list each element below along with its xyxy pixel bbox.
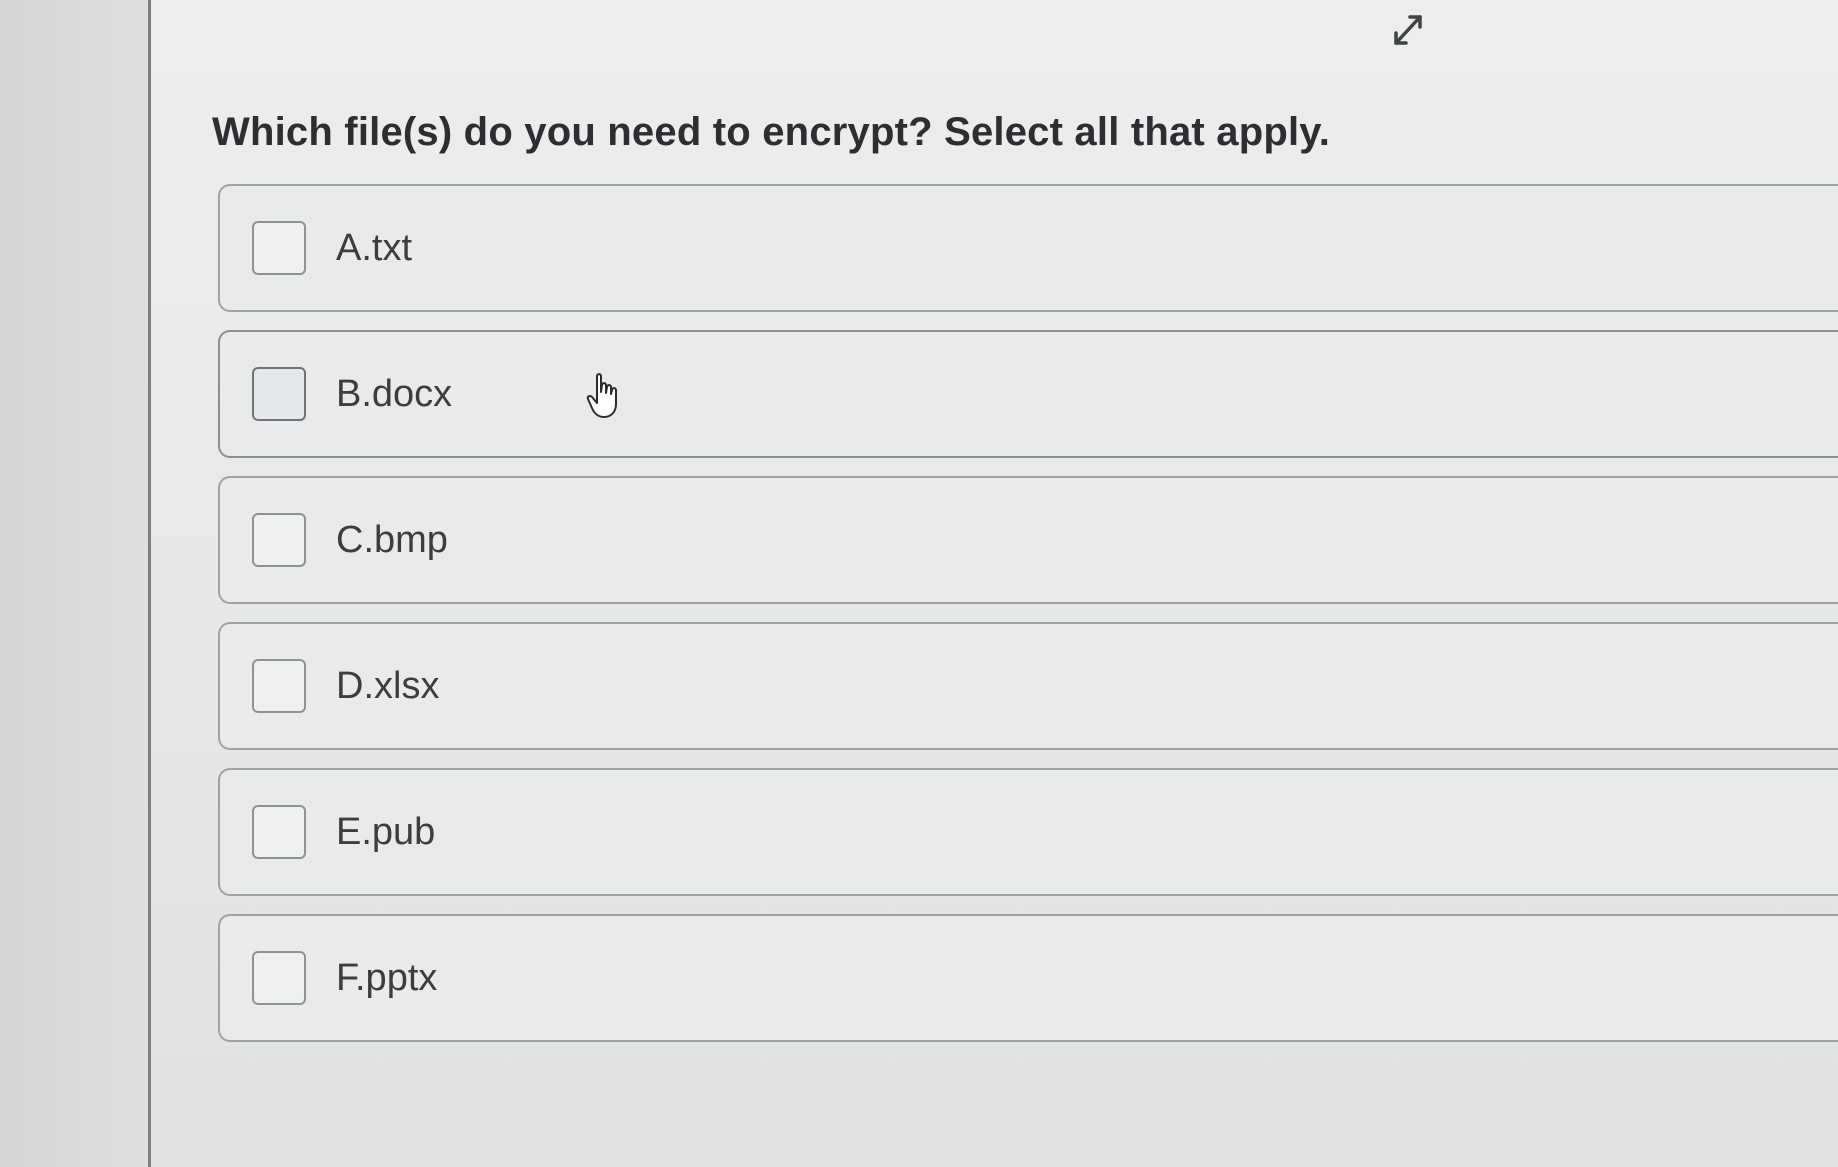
checkbox[interactable] — [252, 367, 306, 421]
option-b[interactable]: B.docx — [218, 330, 1838, 458]
expand-arrows-icon[interactable] — [1383, 4, 1433, 54]
option-label: C.bmp — [336, 518, 448, 561]
checkbox[interactable] — [252, 513, 306, 567]
option-label: B.docx — [336, 372, 453, 415]
option-label: E.pub — [336, 810, 436, 853]
option-e[interactable]: E.pub — [218, 768, 1838, 896]
checkbox[interactable] — [252, 221, 306, 275]
option-a[interactable]: A.txt — [218, 184, 1838, 312]
checkbox[interactable] — [252, 951, 306, 1005]
answer-options-list: A.txt B.docx C.bmp D.xlsx E.pub F.pptx — [218, 184, 1838, 1060]
checkbox[interactable] — [252, 659, 306, 713]
option-d[interactable]: D.xlsx — [218, 622, 1838, 750]
option-label: A.txt — [336, 226, 413, 269]
left-sidebar-background — [0, 0, 148, 1167]
option-label: F.pptx — [336, 956, 438, 999]
question-text: Which file(s) do you need to encrypt? Se… — [212, 110, 1331, 154]
option-f[interactable]: F.pptx — [218, 914, 1838, 1042]
option-c[interactable]: C.bmp — [218, 476, 1838, 604]
checkbox[interactable] — [252, 805, 306, 859]
option-label: D.xlsx — [336, 664, 440, 707]
